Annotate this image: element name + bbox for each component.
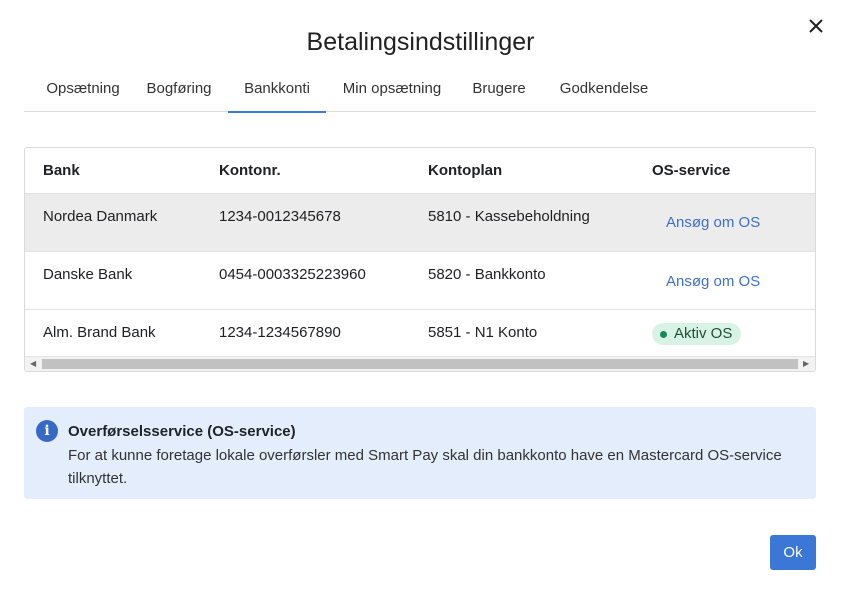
account-number: 1234-1234567890	[219, 324, 341, 341]
status-badge-label: Aktiv OS	[674, 325, 733, 342]
column-header-plan: Kontoplan	[428, 162, 503, 179]
scroll-left-arrow-icon[interactable]: ◀	[30, 359, 36, 368]
bank-name: Alm. Brand Bank	[43, 324, 156, 341]
info-heading: Overførselsservice (OS-service)	[68, 423, 296, 440]
tab-min-opsaetning[interactable]: Min opsætning	[334, 70, 450, 111]
info-icon: i	[36, 420, 58, 442]
tab-bar: Opsætning Bogføring Bankkonti Min opsætn…	[24, 70, 816, 113]
apply-os-link[interactable]: Ansøg om OS	[666, 273, 760, 290]
bank-name: Danske Bank	[43, 266, 133, 283]
tab-brugere[interactable]: Brugere	[465, 70, 533, 111]
scroll-right-arrow-icon[interactable]: ▶	[803, 359, 809, 368]
account-plan: 5851 - N1 Konto	[428, 324, 538, 341]
account-plan: 5810 - Kassebeholdning	[428, 208, 590, 225]
column-header-os-service: OS-service	[652, 162, 731, 179]
tab-bogforing[interactable]: Bogføring	[137, 70, 221, 111]
horizontal-scrollbar[interactable]: ◀ ▶	[25, 356, 815, 371]
tab-bankkonti[interactable]: Bankkonti	[228, 70, 326, 113]
tab-godkendelse[interactable]: Godkendelse	[552, 70, 656, 111]
bank-name: Nordea Danmark	[43, 208, 158, 225]
column-header-bank: Bank	[43, 162, 80, 179]
apply-os-link[interactable]: Ansøg om OS	[666, 214, 760, 231]
info-panel: i Overførselsservice (OS-service) For at…	[24, 407, 816, 499]
tab-opsaetning[interactable]: Opsætning	[30, 70, 136, 111]
table-header: Bank Kontonr. Kontoplan OS-service	[25, 148, 815, 195]
table-row[interactable]: Alm. Brand Bank 1234-1234567890 5851 - N…	[25, 310, 815, 356]
account-number: 0454-0003325223960	[219, 266, 366, 283]
info-text: For at kunne foretage lokale overførsler…	[68, 447, 782, 487]
ok-button[interactable]: Ok	[770, 535, 816, 570]
account-number: 1234-0012345678	[219, 208, 341, 225]
scrollbar-thumb[interactable]	[42, 359, 798, 369]
bank-accounts-table: Bank Kontonr. Kontoplan OS-service Norde…	[24, 147, 816, 372]
dialog-title: Betalingsindstillinger	[306, 28, 535, 56]
table-row[interactable]: Danske Bank 0454-0003325223960 5820 - Ba…	[25, 252, 815, 310]
column-header-account: Kontonr.	[219, 162, 281, 179]
account-plan: 5820 - Bankkonto	[428, 266, 546, 283]
status-dot-icon	[660, 331, 667, 338]
table-row[interactable]: Nordea Danmark 1234-0012345678 5810 - Ka…	[25, 194, 815, 252]
status-badge: Aktiv OS	[652, 323, 742, 345]
